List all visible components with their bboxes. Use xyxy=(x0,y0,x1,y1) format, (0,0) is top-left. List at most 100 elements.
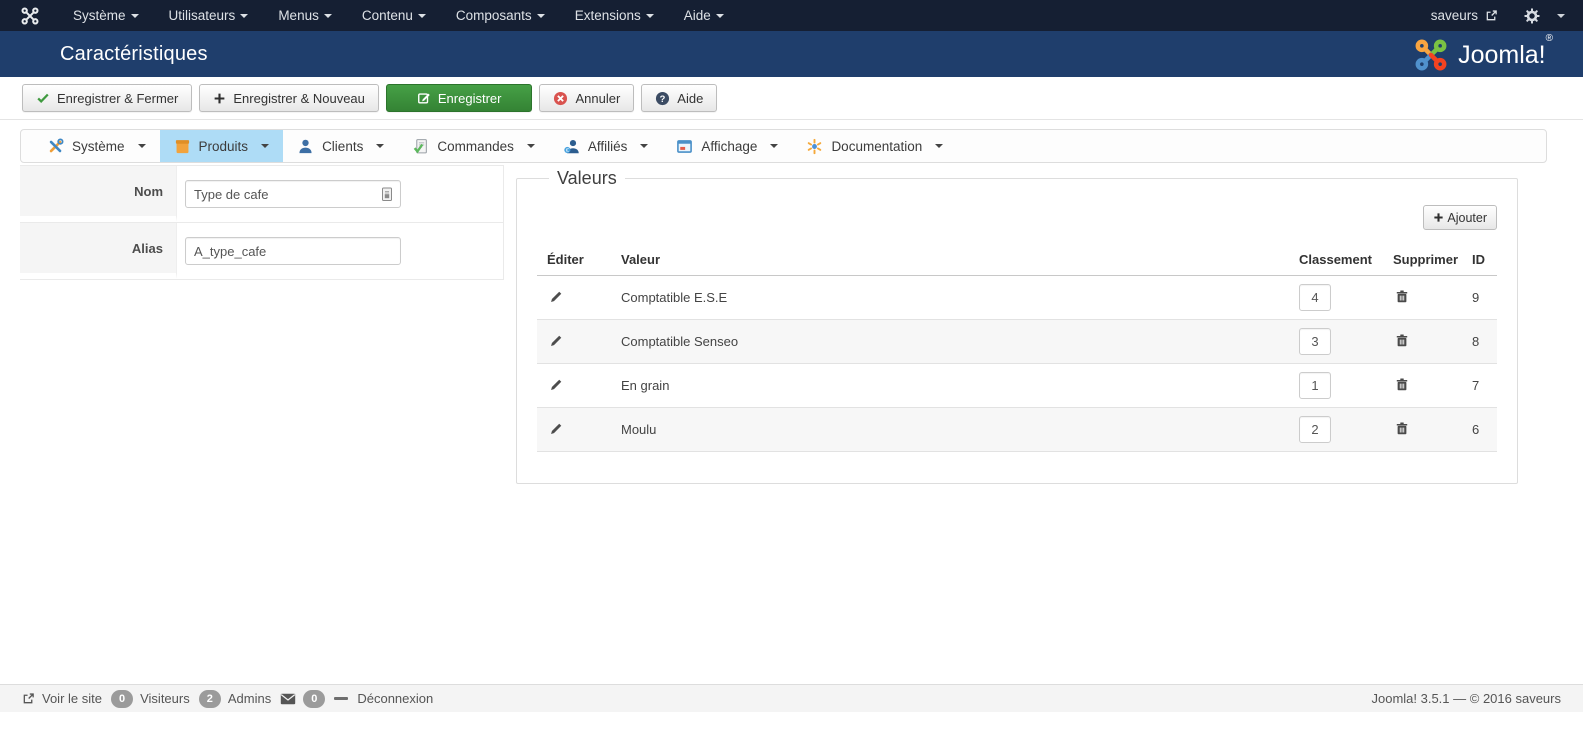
settings-dropdown[interactable] xyxy=(1524,7,1565,24)
joomla-glyph-icon[interactable] xyxy=(20,6,40,26)
edit-value-button[interactable] xyxy=(547,375,566,397)
external-link-icon xyxy=(1486,10,1497,21)
component-menu-label: Commandes xyxy=(437,138,514,154)
delete-value-button[interactable] xyxy=(1393,419,1411,441)
plus-icon xyxy=(1434,213,1444,222)
chevron-down-icon xyxy=(417,13,426,18)
chevron-down-icon xyxy=(130,13,139,18)
chevron-down-icon xyxy=(770,144,779,148)
save-new-label: Enregistrer & Nouveau xyxy=(233,90,365,106)
ordering-input[interactable] xyxy=(1299,284,1331,311)
nom-field-cell xyxy=(177,166,503,222)
value-row: En grain 7 xyxy=(537,364,1497,408)
value-id: 8 xyxy=(1472,334,1480,349)
footer-view-site-link[interactable]: Voir le site xyxy=(22,691,102,706)
menu-menus[interactable]: Menus xyxy=(263,0,347,31)
site-name: saveurs xyxy=(1430,8,1478,23)
edit-value-button[interactable] xyxy=(547,419,566,441)
add-row: Ajouter xyxy=(537,205,1497,230)
save-new-button[interactable]: Enregistrer & Nouveau xyxy=(199,84,379,112)
col-header-supprimer: Supprimer xyxy=(1393,252,1459,267)
ordering-input[interactable] xyxy=(1299,416,1331,443)
translate-field-icon[interactable] xyxy=(380,187,394,202)
menu-composants[interactable]: Composants xyxy=(441,0,560,31)
chevron-down-icon xyxy=(645,13,654,18)
component-menu-label: Affichage xyxy=(701,138,758,154)
component-menu-label: Clients xyxy=(322,138,364,154)
component-menu-documentation[interactable]: Documentation xyxy=(792,130,957,162)
menu-utilisateurs[interactable]: Utilisateurs xyxy=(154,0,264,31)
menu-contenu[interactable]: Contenu xyxy=(347,0,441,31)
value-id: 6 xyxy=(1472,422,1480,437)
component-menu-commandes[interactable]: Commandes xyxy=(398,130,549,162)
chevron-down-icon xyxy=(376,144,385,148)
nom-label: Nom xyxy=(20,166,177,222)
delete-value-button[interactable] xyxy=(1393,287,1411,309)
value-text: En grain xyxy=(621,378,670,393)
admin-footer: Voir le site 0 Visiteurs 2 Admins 0 Déco… xyxy=(0,684,1583,712)
save-button[interactable]: Enregistrer xyxy=(385,84,533,112)
gear-icon xyxy=(1524,7,1540,24)
chevron-down-icon xyxy=(323,13,332,18)
component-menu-affichage[interactable]: Affichage xyxy=(662,130,792,162)
user-icon xyxy=(299,139,312,153)
pencil-icon xyxy=(551,423,562,434)
help-button[interactable]: ? Aide xyxy=(641,84,718,112)
trash-icon xyxy=(1396,422,1408,434)
svg-text:?: ? xyxy=(660,93,666,103)
view-site-link[interactable]: saveurs xyxy=(1431,8,1498,23)
value-id: 7 xyxy=(1472,378,1480,393)
component-menu-label: Documentation xyxy=(831,138,923,154)
display-icon xyxy=(677,139,693,153)
component-menu-produits[interactable]: Produits xyxy=(159,130,284,162)
edit-value-button[interactable] xyxy=(547,287,566,309)
footer-logout-link[interactable]: Déconnexion xyxy=(357,691,433,706)
component-menu: Système Produits Clients Commandes € Aff… xyxy=(20,129,1547,163)
delete-value-button[interactable] xyxy=(1393,331,1411,353)
component-menu-clients[interactable]: Clients xyxy=(283,130,398,162)
trash-icon xyxy=(1396,290,1408,302)
logout-dash-icon xyxy=(334,697,349,700)
menu-aide[interactable]: Aide xyxy=(669,0,739,31)
save-label: Enregistrer xyxy=(437,90,502,106)
envelope-icon xyxy=(281,693,296,704)
component-menu-affilies[interactable]: € Affiliés xyxy=(549,130,663,162)
ordering-input[interactable] xyxy=(1299,372,1331,399)
affiliate-icon: € xyxy=(564,139,579,154)
edit-value-button[interactable] xyxy=(547,331,566,353)
component-menu-label: Système xyxy=(72,138,125,154)
footer-visitors-link[interactable]: 0 Visiteurs xyxy=(110,689,190,708)
brand-registered-mark: ® xyxy=(1545,32,1553,44)
logout-label: Déconnexion xyxy=(357,691,434,706)
box-icon xyxy=(175,139,189,153)
component-menu-systeme[interactable]: Système xyxy=(33,130,160,162)
save-close-button[interactable]: Enregistrer & Fermer xyxy=(22,84,193,112)
trash-icon xyxy=(1396,334,1408,346)
footer-admins-link[interactable]: 2 Admins xyxy=(198,689,271,708)
add-value-button[interactable]: Ajouter xyxy=(1423,205,1497,230)
ordering-input[interactable] xyxy=(1299,328,1331,355)
help-circle-icon: ? xyxy=(656,91,670,105)
col-header-valeur: Valeur xyxy=(621,252,661,267)
visitors-count-badge: 0 xyxy=(110,689,134,708)
cancel-button[interactable]: Annuler xyxy=(539,84,635,112)
menu-label: Extensions xyxy=(574,8,641,23)
page-title: Caractéristiques xyxy=(60,42,208,65)
add-value-label: Ajouter xyxy=(1447,210,1487,225)
menu-label: Système xyxy=(73,8,126,23)
col-header-id: ID xyxy=(1472,252,1485,267)
cancel-label: Annuler xyxy=(575,90,621,106)
check-icon xyxy=(37,93,49,104)
chevron-down-icon xyxy=(261,144,270,148)
pencil-icon xyxy=(551,335,562,346)
chevron-down-icon xyxy=(640,144,649,148)
alias-input[interactable] xyxy=(185,237,401,265)
component-menu-label: Produits xyxy=(198,138,249,154)
delete-value-button[interactable] xyxy=(1393,375,1411,397)
footer-messages-link[interactable]: 0 xyxy=(280,689,326,708)
chevron-down-icon xyxy=(715,13,724,18)
value-row: Comptatible E.S.E 9 xyxy=(537,276,1497,320)
menu-extensions[interactable]: Extensions xyxy=(560,0,669,31)
menu-systeme[interactable]: Système xyxy=(58,0,154,31)
nom-input[interactable] xyxy=(185,180,401,208)
